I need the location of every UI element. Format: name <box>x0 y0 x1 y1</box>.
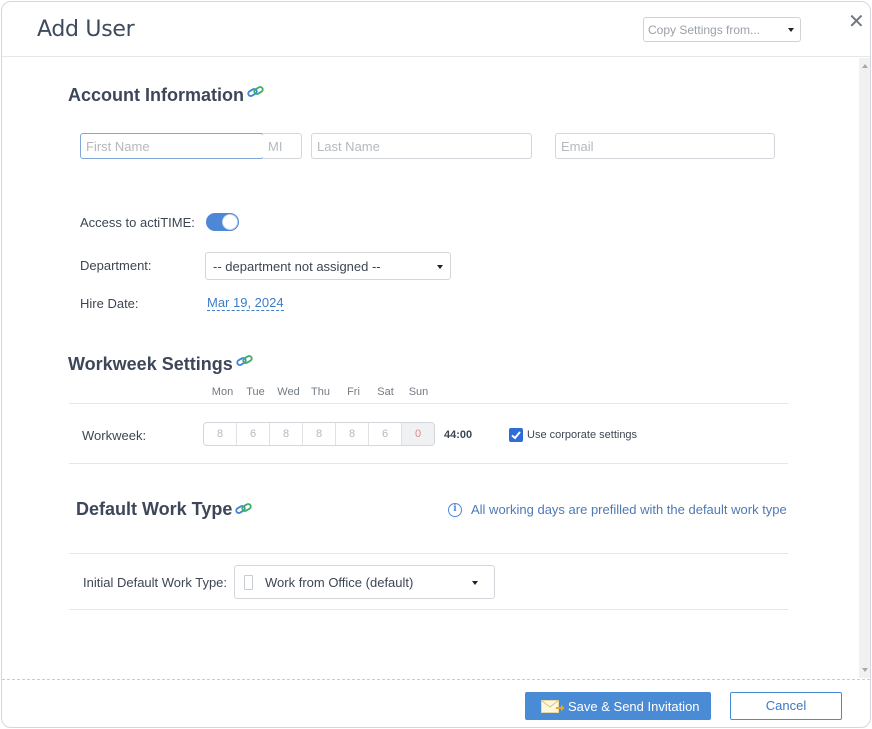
copy-settings-placeholder: Copy Settings from... <box>648 23 761 37</box>
divider <box>69 553 788 554</box>
middle-initial-input[interactable]: MI <box>263 133 302 159</box>
mi-placeholder: MI <box>268 139 283 154</box>
use-corporate-label: Use corporate settings <box>527 429 638 441</box>
hours-tue[interactable]: 6 <box>237 423 270 445</box>
day-label-wed: Wed <box>277 386 300 398</box>
scroll-up-icon[interactable] <box>862 64 868 68</box>
add-user-dialog: Add User Copy Settings from... ✕ Account… <box>1 1 871 728</box>
access-toggle[interactable] <box>206 213 239 231</box>
hours-sat[interactable]: 6 <box>369 423 402 445</box>
hire-date-link[interactable]: Mar 19, 2024 <box>207 296 284 311</box>
chevron-down-icon <box>788 28 794 32</box>
divider <box>69 403 788 404</box>
save-send-invitation-label: Save & Send Invitation <box>568 699 700 714</box>
use-corporate-checkbox[interactable] <box>509 428 523 442</box>
link-icon[interactable] <box>236 355 254 367</box>
work-type-info-text: All working days are prefilled with the … <box>471 502 787 517</box>
day-label-tue: Tue <box>246 386 265 398</box>
initial-work-type-value: Work from Office (default) <box>265 575 414 590</box>
workweek-hours: 8 6 8 8 8 6 0 <box>203 422 435 446</box>
hours-thu[interactable]: 8 <box>303 423 336 445</box>
day-label-sat: Sat <box>377 386 394 398</box>
day-label-fri: Fri <box>347 386 360 398</box>
dialog-title: Add User <box>37 17 135 42</box>
copy-settings-select[interactable]: Copy Settings from... <box>643 17 801 42</box>
mail-send-icon <box>541 700 565 713</box>
dialog-header: Add User Copy Settings from... ✕ <box>2 2 870 57</box>
workweek-label: Workweek: <box>82 428 147 443</box>
first-name-input[interactable]: First Name <box>80 133 264 159</box>
toggle-knob <box>222 214 238 230</box>
department-select[interactable]: -- department not assigned -- <box>205 252 451 280</box>
access-label: Access to actiTIME: <box>80 215 195 230</box>
department-value: -- department not assigned -- <box>213 259 381 274</box>
hours-sun[interactable]: 0 <box>402 423 434 445</box>
divider <box>69 463 788 464</box>
account-information-title: Account Information <box>68 85 244 105</box>
cancel-button[interactable]: Cancel <box>730 692 842 720</box>
hire-date-label: Hire Date: <box>80 296 139 311</box>
scroll-down-icon[interactable] <box>862 668 868 672</box>
chevron-down-icon <box>472 581 478 585</box>
hours-fri[interactable]: 8 <box>336 423 369 445</box>
day-label-mon: Mon <box>211 386 234 398</box>
day-label-sun: Sun <box>408 386 429 398</box>
chevron-down-icon <box>437 265 443 269</box>
last-name-input[interactable]: Last Name <box>311 133 532 159</box>
close-icon[interactable]: ✕ <box>848 12 865 32</box>
divider <box>69 609 788 610</box>
email-input[interactable]: Email <box>555 133 775 159</box>
initial-work-type-select[interactable]: Work from Office (default) <box>234 565 495 599</box>
hours-mon[interactable]: 8 <box>204 423 237 445</box>
scrollbar[interactable] <box>859 58 870 678</box>
link-icon[interactable] <box>247 86 265 98</box>
info-icon: i <box>448 503 462 517</box>
footer-divider <box>2 679 870 680</box>
default-work-type-title: Default Work Type <box>76 499 233 519</box>
first-name-placeholder: First Name <box>86 139 150 154</box>
save-send-invitation-button[interactable]: Save & Send Invitation <box>525 692 711 720</box>
checkmark-icon <box>511 431 521 440</box>
hours-wed[interactable]: 8 <box>270 423 303 445</box>
last-name-placeholder: Last Name <box>317 139 380 154</box>
day-label-thu: Thu <box>311 386 330 398</box>
email-placeholder: Email <box>561 139 594 154</box>
workweek-total: 44:00 <box>444 429 473 441</box>
initial-work-type-label: Initial Default Work Type: <box>83 575 228 590</box>
workweek-settings-title: Workweek Settings <box>68 354 233 374</box>
link-icon[interactable] <box>235 503 253 515</box>
work-type-swatch-icon <box>244 575 253 590</box>
department-label: Department: <box>80 258 152 273</box>
